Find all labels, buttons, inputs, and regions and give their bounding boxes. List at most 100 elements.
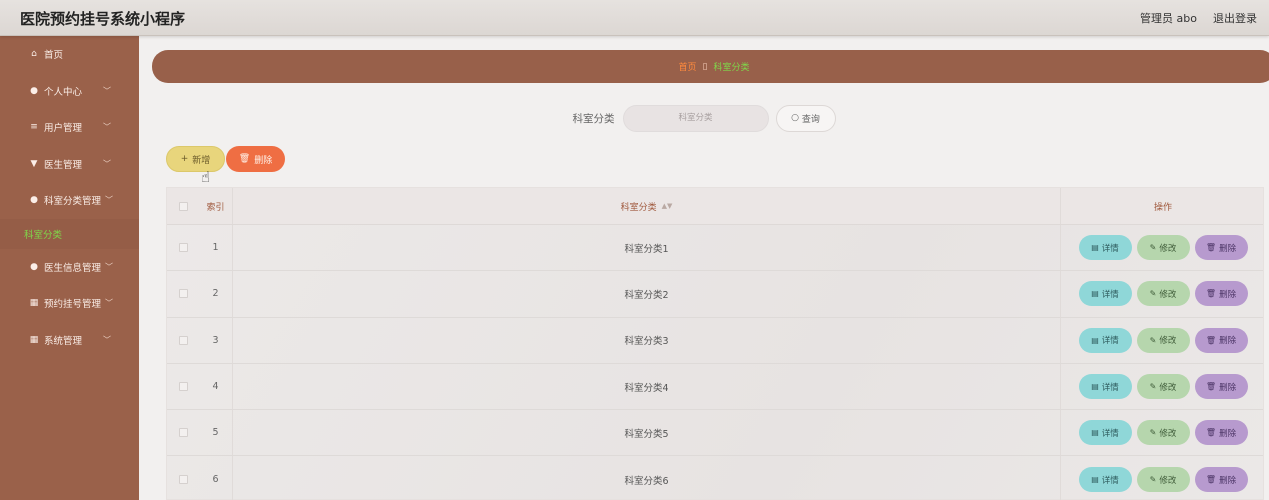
detail-button[interactable]: ▤ 详情 <box>1078 281 1132 307</box>
detail-button[interactable]: ▤ 详情 <box>1078 420 1132 446</box>
select-all-checkbox[interactable] <box>178 201 188 211</box>
pencil-icon: ✎ <box>1149 289 1157 299</box>
delete-button[interactable]: 🗑 删除 <box>1194 281 1248 307</box>
list-icon: ≡ <box>30 122 38 133</box>
query-button[interactable]: ○ 查询 <box>775 104 836 132</box>
search-input[interactable] <box>622 104 769 132</box>
table-header: 索引 科室分类 ▲▼ 操作 <box>167 188 1263 225</box>
sidebar-item-appointment-management[interactable]: ▦ 预约挂号管理 ﹀ <box>0 285 139 322</box>
document-icon: ▤ <box>1091 382 1099 392</box>
row-index: 4 <box>199 363 233 410</box>
edit-button[interactable]: ✎ 修改 <box>1136 235 1190 261</box>
row-index: 6 <box>199 456 233 500</box>
chevron-down-icon: ﹀ <box>103 122 111 132</box>
row-checkbox[interactable] <box>178 243 188 253</box>
detail-button[interactable]: ▤ 详情 <box>1078 467 1132 493</box>
trash-icon: 🗑 <box>1205 475 1217 485</box>
grid-icon: ▦ <box>29 298 39 309</box>
sidebar-item-label: 用户管理 <box>44 123 83 135</box>
row-checkbox[interactable] <box>178 382 188 392</box>
sidebar-item-doctor-info-management[interactable]: ● 医生信息管理 ﹀ <box>0 249 139 286</box>
delete-button-label: 删除 <box>254 155 273 166</box>
delete-button[interactable]: 🗑 删除 <box>1194 374 1248 400</box>
table-row: 5 科室分类5 ▤ 详情 ✎ 修改 🗑 删除 <box>167 410 1263 457</box>
sidebar-item-personal-center[interactable]: ● 个人中心 ﹀ <box>0 73 139 110</box>
batch-delete-button[interactable]: 🗑 删除 <box>226 146 285 172</box>
table-row: 6 科室分类6 ▤ 详情 ✎ 修改 🗑 删除 <box>167 456 1263 500</box>
sidebar-item-home[interactable]: ⌂ 首页 <box>0 36 139 73</box>
detail-button[interactable]: ▤ 详情 <box>1078 374 1132 400</box>
row-index: 2 <box>199 271 233 317</box>
detail-button[interactable]: ▤ 详情 <box>1078 327 1132 353</box>
add-button-label: 新增 <box>192 155 211 166</box>
trash-icon: 🗑 <box>238 154 251 164</box>
row-name: 科室分类2 <box>624 289 669 301</box>
add-button[interactable]: + 新增 <box>166 146 225 172</box>
sidebar-subitem-department-category[interactable]: 科室分类 <box>0 219 139 249</box>
table-row: 2 科室分类2 ▤ 详情 ✎ 修改 🗑 删除 <box>167 271 1263 318</box>
admin-name: 管理员 abo <box>1140 12 1197 25</box>
pencil-icon: ✎ <box>1149 428 1157 438</box>
delete-button[interactable]: 🗑 删除 <box>1194 327 1248 353</box>
table-row: 4 科室分类4 ▤ 详情 ✎ 修改 🗑 删除 <box>167 363 1263 411</box>
sidebar-item-label: 科室分类管理 <box>44 196 102 208</box>
sidebar-item-doctor-management[interactable]: ▼ 医生管理 ﹀ <box>0 146 139 183</box>
row-checkbox[interactable] <box>178 475 188 485</box>
row-checkbox[interactable] <box>178 335 188 345</box>
table-row: 1 科室分类1 ▤ 详情 ✎ 修改 🗑 删除 <box>167 225 1263 272</box>
delete-button[interactable]: 🗑 删除 <box>1194 235 1248 261</box>
logout-link[interactable]: 退出登录 <box>1213 10 1257 26</box>
data-table: 索引 科室分类 ▲▼ 操作 1 科室分类1 ▤ 详情 ✎ 修改 🗑 删除 2 科室分类… <box>166 187 1264 500</box>
delete-button[interactable]: 🗑 删除 <box>1194 420 1248 446</box>
home-icon: ⌂ <box>31 49 37 60</box>
app-title: 医院预约挂号系统小程序 <box>20 10 186 28</box>
row-name: 科室分类5 <box>624 428 669 440</box>
pencil-icon: ✎ <box>1149 335 1157 345</box>
table-row: 3 科室分类3 ▤ 详情 ✎ 修改 🗑 删除 <box>167 317 1263 364</box>
chevron-down-icon: ﹀ <box>105 262 113 272</box>
row-name: 科室分类4 <box>624 382 669 394</box>
edit-button[interactable]: ✎ 修改 <box>1136 281 1190 307</box>
user-icon: ● <box>30 195 38 206</box>
pencil-icon: ✎ <box>1149 382 1157 392</box>
row-name: 科室分类1 <box>624 243 669 255</box>
delete-button[interactable]: 🗑 删除 <box>1194 467 1248 493</box>
header-ops: 操作 <box>1060 188 1265 224</box>
chevron-down-icon: ﹀ <box>103 159 111 169</box>
trash-icon: 🗑 <box>1205 382 1217 392</box>
trash-icon: 🗑 <box>1205 428 1217 438</box>
plus-icon: + <box>180 154 189 164</box>
detail-button[interactable]: ▤ 详情 <box>1078 235 1132 261</box>
sort-icon[interactable]: ▲▼ <box>662 202 673 210</box>
sidebar-item-label: 首页 <box>44 50 64 62</box>
edit-button[interactable]: ✎ 修改 <box>1136 420 1190 446</box>
row-checkbox[interactable] <box>178 428 188 438</box>
query-button-label: 查询 <box>801 114 820 125</box>
badge-icon: ▼ <box>30 158 38 169</box>
document-icon: ▤ <box>1091 289 1099 299</box>
user-icon: ● <box>30 261 38 272</box>
row-index: 1 <box>199 225 233 271</box>
main-content: 首页 ▯ 科室分类 科室分类 ○ 查询 + 新增 🗑 删除 ☝ 索引 科室分类 … <box>139 36 1269 500</box>
document-icon: ▤ <box>1091 243 1099 253</box>
search-label: 科室分类 <box>572 112 615 125</box>
breadcrumb-current: 科室分类 <box>713 63 750 73</box>
sidebar-item-label: 医生信息管理 <box>44 262 102 274</box>
breadcrumb-home[interactable]: 首页 <box>679 60 697 73</box>
sidebar: ⌂ 首页 ● 个人中心 ﹀ ≡ 用户管理 ﹀ ▼ 医生管理 ﹀ ● 科室分类管理… <box>0 36 139 500</box>
trash-icon: 🗑 <box>1205 289 1217 299</box>
edit-button[interactable]: ✎ 修改 <box>1136 374 1190 400</box>
sidebar-item-department-category-management[interactable]: ● 科室分类管理 ﹀ <box>0 182 139 219</box>
sidebar-item-user-management[interactable]: ≡ 用户管理 ﹀ <box>0 109 139 146</box>
trash-icon: 🗑 <box>1205 243 1217 253</box>
pencil-icon: ✎ <box>1149 475 1157 485</box>
edit-button[interactable]: ✎ 修改 <box>1136 327 1190 353</box>
header-index: 索引 <box>199 188 233 224</box>
document-icon: ▤ <box>1091 335 1099 345</box>
sidebar-item-label: 预约挂号管理 <box>44 299 102 311</box>
search-bar: 科室分类 ○ 查询 <box>139 104 1269 132</box>
sidebar-item-system-management[interactable]: ▦ 系统管理 ﹀ <box>0 322 139 359</box>
row-checkbox[interactable] <box>178 289 188 299</box>
edit-button[interactable]: ✎ 修改 <box>1136 467 1190 493</box>
header-name[interactable]: 科室分类 ▲▼ <box>233 188 1060 224</box>
